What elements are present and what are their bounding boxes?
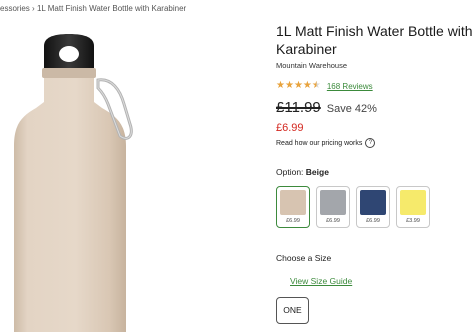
- swatch-price: £3.99: [406, 218, 420, 224]
- size-option-one[interactable]: ONE: [276, 297, 309, 324]
- star-icon: ★: [276, 80, 285, 91]
- swatch-price: £6.99: [286, 218, 300, 224]
- swatch-yellow[interactable]: £3.99: [396, 186, 430, 228]
- pricing-info-link[interactable]: Read how our pricing works ?: [276, 138, 475, 148]
- breadcrumb-separator: ›: [32, 4, 35, 13]
- was-price: £11.99: [276, 99, 321, 116]
- help-icon: ?: [365, 138, 376, 148]
- price-row: £11.99 Save 42%: [276, 99, 475, 116]
- product-image[interactable]: [0, 24, 260, 332]
- product-info: 1L Matt Finish Water Bottle with Karabin…: [276, 22, 475, 148]
- star-icon: ★: [284, 80, 294, 91]
- rating-stars: ★ ★ ★ ★ ★: [276, 81, 321, 91]
- swatch-color: [320, 190, 346, 215]
- breadcrumb-current: 1L Matt Finish Water Bottle with Karabin…: [36, 4, 187, 13]
- option-selected-value: Beige: [305, 167, 329, 177]
- now-price: £6.99: [276, 122, 304, 134]
- bottle-neck: [42, 68, 96, 78]
- water-bottle-image: [14, 34, 133, 332]
- breadcrumb-parent-link[interactable]: essories: [0, 4, 30, 13]
- swatch-beige[interactable]: £6.99: [276, 186, 310, 228]
- option-label-prefix: Option:: [276, 167, 304, 177]
- swatch-price: £6.99: [366, 218, 380, 224]
- star-icon: ★: [293, 80, 303, 91]
- bottle-body: [14, 74, 126, 332]
- reviews-link[interactable]: 168 Reviews: [327, 82, 373, 91]
- save-percentage: Save 42%: [326, 103, 377, 115]
- product-title: 1L Matt Finish Water Bottle with Karabin…: [276, 23, 473, 57]
- color-swatches: £6.99 £6.99 £6.99 £3.99: [276, 186, 436, 228]
- swatch-grey[interactable]: £6.99: [316, 186, 350, 228]
- size-label: Choose a Size: [276, 253, 332, 263]
- swatch-navy[interactable]: £6.99: [356, 186, 390, 228]
- breadcrumb: essories › 1L Matt Finish Water Bottle w…: [0, 4, 186, 13]
- swatch-color: [360, 190, 386, 215]
- star-half-icon: ★: [311, 80, 321, 91]
- option-label: Option: Beige: [276, 167, 329, 177]
- swatch-color: [280, 190, 306, 215]
- pricing-info-text: Read how our pricing works: [276, 139, 363, 147]
- swatch-price: £6.99: [326, 218, 340, 224]
- cap-loop-hole: [59, 46, 79, 62]
- swatch-color: [400, 190, 426, 215]
- rating-row: ★ ★ ★ ★ ★ 168 Reviews: [276, 81, 475, 91]
- size-guide-link[interactable]: View Size Guide: [290, 276, 352, 286]
- star-icon: ★: [302, 80, 312, 91]
- product-brand: Mountain Warehouse: [276, 61, 348, 70]
